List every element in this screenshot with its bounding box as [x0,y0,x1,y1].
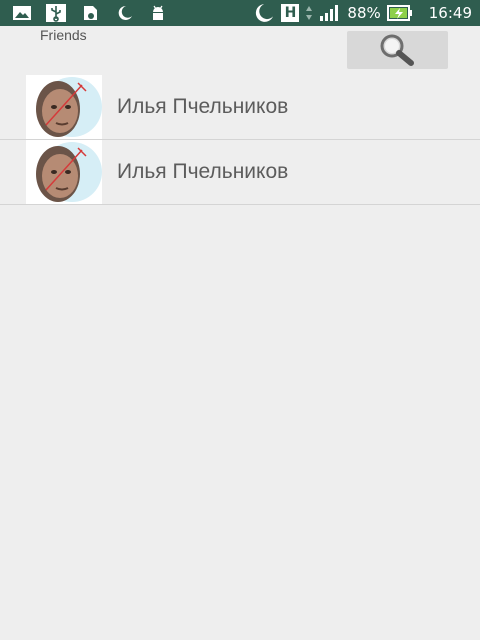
sd-card-icon [84,6,97,20]
friend-name: Илья Пчельников [117,160,289,183]
status-bar-left [12,0,168,26]
avatar [26,140,102,204]
moon-icon [256,4,274,22]
avatar-photo [26,75,102,139]
avatar-photo [26,140,102,204]
android-icon [153,5,163,20]
usb-icon [46,4,66,22]
search-button[interactable] [347,31,448,69]
network-type-badge: H [281,4,300,22]
battery-charging-icon [386,5,412,21]
avatar [26,75,102,139]
status-bar: H 88% 16:49 [0,0,480,26]
friend-list: Илья Пчельников Илья Пчельников [0,75,480,205]
battery-percent: 88% [347,4,381,22]
search-icon [380,34,414,66]
friend-list-item[interactable]: Илья Пчельников [0,75,480,140]
signal-icon [320,5,339,21]
friend-list-item[interactable]: Илья Пчельников [0,140,480,205]
friend-name: Илья Пчельников [117,95,289,118]
screen-title: Friends [40,27,87,43]
image-icon [13,6,31,20]
network-arrows-icon [306,6,313,20]
clock-time: 16:49 [428,4,472,22]
moon-icon [118,5,132,20]
status-bar-right: H 88% 16:49 [251,0,472,26]
